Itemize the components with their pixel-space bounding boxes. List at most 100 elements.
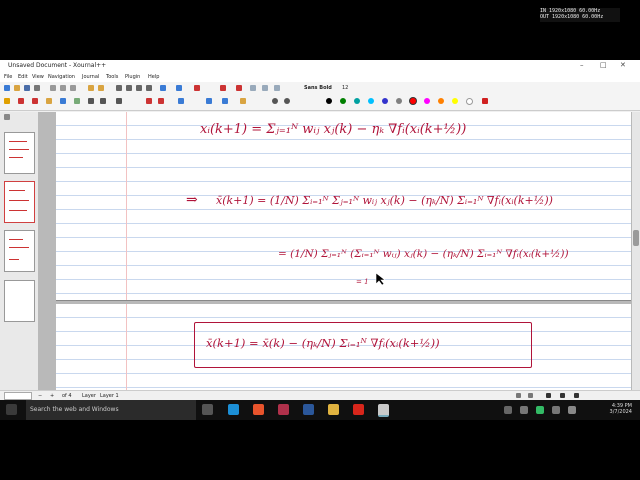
file-explorer-icon[interactable]	[328, 404, 339, 415]
word-icon[interactable]	[303, 404, 314, 415]
save-icon[interactable]	[24, 85, 30, 91]
eraser-icon[interactable]	[18, 98, 24, 104]
page-number-input[interactable]	[4, 392, 32, 400]
image-icon[interactable]	[60, 98, 66, 104]
page-3[interactable]: x̄(k+1) = x̄(k) − (ηₖ/N) Σᵢ₌₁ᴺ ∇fᵢ(xᵢ(k+…	[56, 304, 631, 390]
pause-icon[interactable]	[262, 85, 268, 91]
zoom-in-button[interactable]: +	[50, 393, 54, 399]
start-icon[interactable]	[6, 404, 17, 415]
first-page-icon[interactable]	[116, 85, 122, 91]
menu-edit[interactable]: Edit	[18, 74, 28, 80]
taskbar-clock[interactable]: 4:39 PM 3/7/2024	[610, 403, 632, 415]
firefox-icon[interactable]	[253, 404, 264, 415]
redo-icon[interactable]	[98, 85, 104, 91]
undo-icon[interactable]	[88, 85, 94, 91]
prev-page-icon[interactable]	[126, 85, 132, 91]
search-box[interactable]: Search the web and Windows	[26, 400, 196, 420]
volume-icon[interactable]	[552, 406, 560, 414]
color-magenta[interactable]	[424, 98, 430, 104]
table-icon[interactable]	[74, 98, 80, 104]
tray-chevron-icon[interactable]	[504, 406, 512, 414]
sidebar-layout-icon[interactable]	[4, 114, 10, 120]
xournal-taskbar-icon[interactable]	[378, 404, 389, 417]
notifications-icon[interactable]	[568, 406, 576, 414]
custom-color-icon[interactable]	[482, 98, 488, 104]
print-icon[interactable]	[34, 85, 40, 91]
layer-select[interactable]: Layer 1	[100, 393, 119, 399]
last-page-icon[interactable]	[146, 85, 152, 91]
shape-icon[interactable]	[100, 98, 106, 104]
rect-icon[interactable]	[116, 98, 122, 104]
onenote-icon[interactable]	[278, 404, 289, 415]
open-icon[interactable]	[14, 85, 20, 91]
tool-icon[interactable]	[194, 85, 200, 91]
menu-view[interactable]: View	[32, 74, 44, 80]
maximize-button[interactable]: □	[600, 61, 607, 69]
edge-icon[interactable]	[228, 404, 239, 415]
text-icon[interactable]	[88, 98, 94, 104]
fill-icon[interactable]	[240, 98, 246, 104]
scrollbar-thumb[interactable]	[633, 230, 639, 246]
document-canvas[interactable]: xᵢ(k+1) = Σⱼ₌₁ᴺ wᵢⱼ xⱼ(k) − ηₖ ∇fᵢ(xᵢ(k+…	[38, 112, 636, 390]
audio-icon[interactable]	[222, 98, 228, 104]
select-rect-icon[interactable]	[178, 98, 184, 104]
page-thumbnail-1[interactable]	[4, 132, 35, 174]
color-white[interactable]	[466, 98, 473, 105]
font-size-label[interactable]: 12	[342, 85, 348, 91]
color-orange[interactable]	[438, 98, 444, 104]
zoom-icon[interactable]	[160, 85, 166, 91]
record-icon[interactable]	[236, 85, 242, 91]
layout-icon[interactable]	[528, 393, 533, 398]
presentation-icon[interactable]	[546, 393, 551, 398]
fullscreen-icon[interactable]	[176, 85, 182, 91]
color-yellow[interactable]	[452, 98, 458, 104]
new-icon[interactable]	[4, 85, 10, 91]
paste-icon[interactable]	[70, 85, 76, 91]
view-mode-icon[interactable]	[516, 393, 521, 398]
page-thumbnail-2[interactable]	[4, 181, 35, 223]
menu-plugin[interactable]: Plugin	[125, 74, 140, 80]
thin-stroke-icon[interactable]	[272, 98, 278, 104]
color-red-selected[interactable]	[410, 98, 416, 104]
menu-tools[interactable]: Tools	[106, 74, 118, 80]
color-teal[interactable]	[354, 98, 360, 104]
page-2[interactable]: xᵢ(k+1) = Σⱼ₌₁ᴺ wᵢⱼ xⱼ(k) − ηₖ ∇fᵢ(xᵢ(k+…	[56, 112, 631, 301]
menu-help[interactable]: Help	[148, 74, 159, 80]
select-icon[interactable]	[220, 85, 226, 91]
minimize-button[interactable]: –	[580, 61, 584, 69]
zoom-slider-icon[interactable]	[574, 393, 579, 398]
color-light-blue[interactable]	[368, 98, 374, 104]
vertical-scrollbar[interactable]	[632, 112, 640, 390]
toolbar: Sans Bold 12	[0, 82, 640, 111]
task-view-icon[interactable]	[202, 404, 213, 415]
hand-icon[interactable]	[46, 98, 52, 104]
menu-navigation[interactable]: Navigation	[48, 74, 75, 80]
color-black[interactable]	[326, 98, 332, 104]
play-icon[interactable]	[250, 85, 256, 91]
page-thumbnail-4[interactable]	[4, 280, 35, 322]
lasso-icon[interactable]	[146, 98, 152, 104]
cut-icon[interactable]	[50, 85, 56, 91]
copy-icon[interactable]	[60, 85, 66, 91]
color-blue[interactable]	[382, 98, 388, 104]
medium-stroke-icon[interactable]	[284, 98, 290, 104]
page-thumbnail-3[interactable]	[4, 230, 35, 272]
font-name-label[interactable]: Sans Bold	[304, 85, 332, 91]
next-page-icon[interactable]	[136, 85, 142, 91]
search-placeholder: Search the web and Windows	[30, 406, 119, 413]
menu-journal[interactable]: Journal	[82, 74, 99, 80]
color-green[interactable]	[340, 98, 346, 104]
select-object-icon[interactable]	[206, 98, 212, 104]
zoom-out-button[interactable]: −	[38, 393, 42, 399]
opera-icon[interactable]	[353, 404, 364, 415]
pen-icon[interactable]	[4, 98, 10, 104]
close-button[interactable]: ✕	[620, 61, 626, 69]
tray-app-icon[interactable]	[536, 406, 544, 414]
color-gray[interactable]	[396, 98, 402, 104]
vertical-space-icon[interactable]	[158, 98, 164, 104]
highlighter-icon[interactable]	[32, 98, 38, 104]
network-icon[interactable]	[520, 406, 528, 414]
menu-file[interactable]: File	[4, 74, 12, 80]
fit-page-icon[interactable]	[560, 393, 565, 398]
stop-icon[interactable]	[274, 85, 280, 91]
